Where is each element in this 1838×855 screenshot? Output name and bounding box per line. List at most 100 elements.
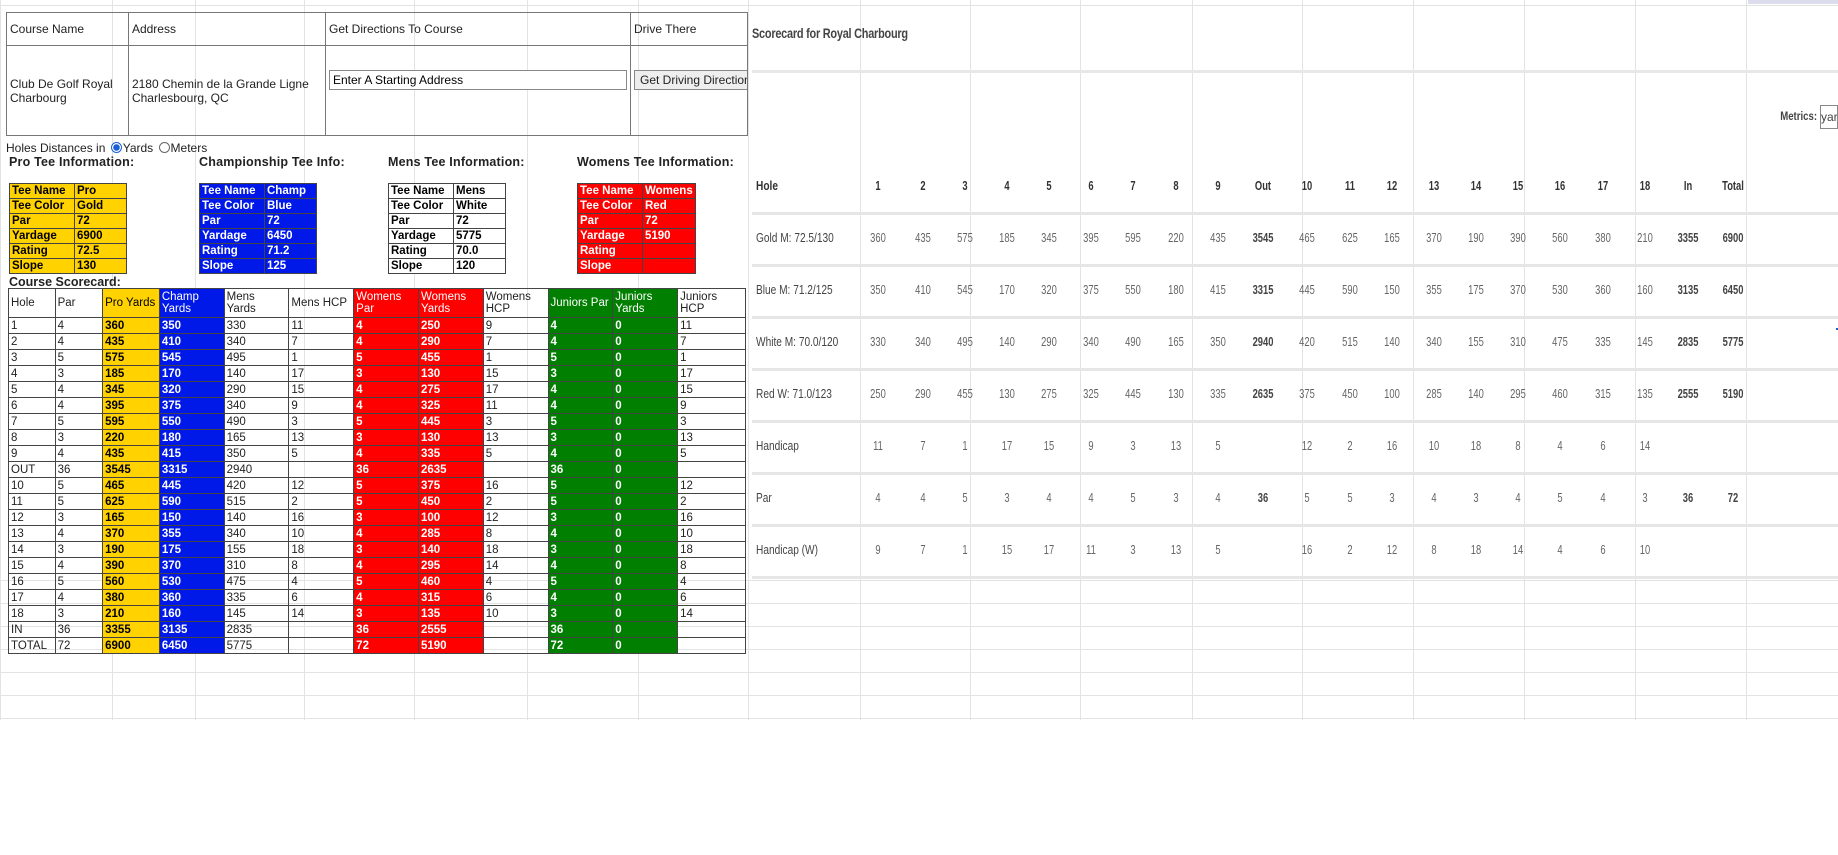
tee-field-value: 5775 bbox=[453, 228, 506, 244]
row-value: 7 bbox=[920, 438, 926, 453]
row-value: 335 bbox=[1210, 386, 1226, 401]
row-value: 395 bbox=[1083, 230, 1099, 245]
scorecard-cell: 285 bbox=[417, 525, 484, 542]
scorecard-cell: 220 bbox=[102, 429, 160, 446]
row-value: 560 bbox=[1552, 230, 1568, 245]
row-value: 3545 bbox=[1252, 230, 1274, 245]
tee-field-value: 70.0 bbox=[453, 243, 506, 259]
scorecard-cell: 275 bbox=[417, 381, 484, 398]
row-value: 375 bbox=[1299, 386, 1315, 401]
get-directions-button[interactable]: Get Driving Directions bbox=[634, 70, 747, 90]
tee-row: Slope 125 bbox=[199, 258, 317, 274]
scorecard-data-row: Gold M: 72.5/130 360 435 575 185 345 395 595 220… bbox=[752, 212, 1838, 267]
scorecard-cell: 7 bbox=[482, 333, 549, 350]
tee-field-value: 6450 bbox=[264, 228, 317, 244]
scorecard-cell: 0 bbox=[612, 557, 679, 574]
tee-row: Rating 71.2 bbox=[199, 243, 317, 259]
row-value: 3315 bbox=[1252, 282, 1274, 297]
scorecard-cell: 16 bbox=[8, 573, 56, 590]
scorecard-cell: 17 bbox=[482, 381, 549, 398]
scorecard-cell: 2 bbox=[677, 493, 746, 510]
row-value: 7 bbox=[920, 542, 926, 557]
scorecard-cell: 10 bbox=[482, 605, 549, 622]
scorecard-column-header: Champ Yards bbox=[158, 288, 225, 318]
scorecard-cell: 36 bbox=[547, 621, 614, 638]
row-value: 14 bbox=[1512, 542, 1524, 557]
yards-label: Yards bbox=[122, 141, 154, 155]
row-value: 160 bbox=[1637, 282, 1653, 297]
row-value: 340 bbox=[1426, 334, 1442, 349]
course-info-panel: Course Name Address Get Directions To Co… bbox=[0, 0, 748, 712]
row-value: 6450 bbox=[1722, 282, 1744, 297]
yards-radio[interactable] bbox=[110, 142, 122, 153]
tee-field-value: 125 bbox=[264, 258, 317, 274]
tee-row: Rating 70.0 bbox=[388, 243, 506, 259]
tee-field-label: Slope bbox=[199, 258, 265, 274]
header-drive-there: Drive There bbox=[630, 12, 748, 46]
scorecard-cell: 5 bbox=[8, 381, 56, 398]
scorecard-row: 11 5 625 590 515 2 5 450 2 5 0 2 bbox=[8, 493, 746, 510]
row-value: 5775 bbox=[1722, 334, 1744, 349]
row-value: 4 bbox=[1431, 490, 1437, 505]
scorecard-cell: 5 bbox=[353, 573, 419, 590]
scorecard-data-row: Red W: 71.0/123 250 290 455 130 275 325 445 130 3… bbox=[752, 368, 1838, 423]
scorecard-cell: 2835 bbox=[223, 621, 290, 638]
tee-field-label: Tee Name bbox=[388, 183, 454, 199]
row-value: 1 bbox=[962, 542, 968, 557]
scorecard-cell: 3 bbox=[353, 429, 419, 446]
scorecard-cell: 9 bbox=[482, 317, 549, 334]
scorecard-cell: 465 bbox=[102, 477, 160, 494]
scorecard-cell: 3 bbox=[547, 605, 614, 622]
scorecard-cell: 2 bbox=[8, 333, 56, 350]
scorecard-cell: 575 bbox=[102, 349, 160, 366]
scorecard-cell: 4 bbox=[54, 397, 104, 414]
row-value: 18 bbox=[1470, 542, 1482, 557]
tee-field-label: Tee Color bbox=[388, 198, 454, 214]
tee-field-value: Blue bbox=[264, 198, 317, 214]
tee-field-value: Champ bbox=[264, 183, 317, 199]
row-value: 3355 bbox=[1677, 230, 1699, 245]
row-value: 14 bbox=[1639, 438, 1651, 453]
row-value: 7 bbox=[1130, 178, 1136, 193]
scorecard-cell: 3 bbox=[288, 413, 355, 430]
scorecard-title: Course Scorecard: bbox=[9, 275, 121, 289]
scorecard-cell: 72 bbox=[353, 637, 419, 654]
row-value: 10 bbox=[1428, 438, 1440, 453]
row-value: 460 bbox=[1552, 386, 1568, 401]
scorecard-cell: 545 bbox=[158, 349, 225, 366]
scorecard-cell: 4 bbox=[353, 317, 419, 334]
row-value: 275 bbox=[1041, 386, 1057, 401]
scorecard-cell: 0 bbox=[612, 445, 679, 462]
scorecard-cell: 5 bbox=[353, 493, 419, 510]
row-value: 435 bbox=[1210, 230, 1226, 245]
scorecard-cell: 3 bbox=[54, 429, 104, 446]
directions-cell: Get Driving Directions bbox=[630, 45, 748, 136]
meters-label: Meters bbox=[170, 141, 208, 155]
scorecard-cell: 340 bbox=[223, 333, 290, 350]
row-value: In bbox=[1683, 178, 1693, 193]
scorecard-cell: 210 bbox=[102, 605, 160, 622]
meters-radio[interactable] bbox=[158, 142, 170, 153]
row-value: 16 bbox=[1301, 542, 1313, 557]
scorecard-cell: 36 bbox=[547, 461, 614, 478]
row-value: 290 bbox=[1041, 334, 1057, 349]
metrics-select[interactable]: yards bbox=[1820, 105, 1838, 129]
scorecard-cell: 460 bbox=[417, 573, 484, 590]
row-value: 185 bbox=[999, 230, 1015, 245]
scorecard-cell: 0 bbox=[612, 381, 679, 398]
scorecard-cell: 12 bbox=[288, 477, 355, 494]
row-value: 495 bbox=[957, 334, 973, 349]
scorecard-cell: 0 bbox=[612, 365, 679, 382]
scorecard-cell: 350 bbox=[223, 445, 290, 462]
row-value: 1 bbox=[875, 178, 881, 193]
scorecard-cell: 7 bbox=[288, 333, 355, 350]
scorecard-cell: 7 bbox=[8, 413, 56, 430]
scorecard-cell: 550 bbox=[158, 413, 225, 430]
scorecard-cell: 3 bbox=[8, 349, 56, 366]
scorecard-cell: 11 bbox=[677, 317, 746, 334]
scorecard-row: 17 4 380 360 335 6 4 315 6 4 0 6 bbox=[8, 589, 746, 606]
units-label: Holes Distances in bbox=[6, 141, 106, 155]
start-address-input[interactable] bbox=[328, 70, 627, 90]
scorecard-row: 10 5 465 445 420 12 5 375 16 5 0 12 bbox=[8, 477, 746, 494]
course-info-table: Course Name Address Get Directions To Co… bbox=[6, 12, 748, 136]
